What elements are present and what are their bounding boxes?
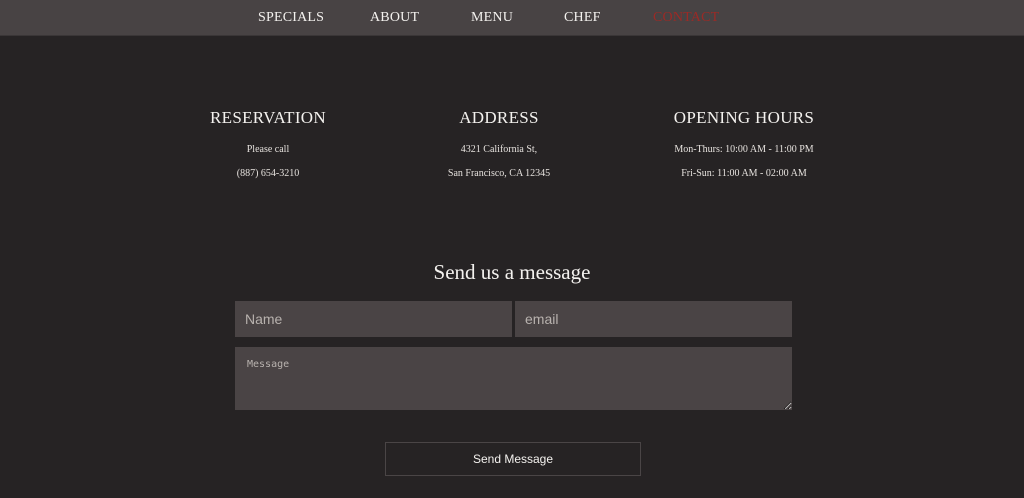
- reservation-heading: RESERVATION: [210, 108, 326, 127]
- nav-link-menu[interactable]: MENU: [471, 0, 513, 36]
- message-textarea[interactable]: [235, 347, 792, 410]
- email-input[interactable]: [515, 301, 792, 337]
- name-input[interactable]: [235, 301, 512, 337]
- message-form-title: Send us a message: [433, 260, 591, 284]
- top-navigation: SPECIALS ABOUT MENU CHEF CONTACT: [0, 0, 1024, 36]
- reservation-phone: (887) 654-3210: [236, 168, 300, 179]
- hours-weekend: Fri-Sun: 11:00 AM - 02:00 AM: [681, 168, 807, 179]
- hours-weekday: Mon-Thurs: 10:00 AM - 11:00 PM: [674, 144, 814, 155]
- nav-link-about[interactable]: ABOUT: [370, 0, 419, 36]
- address-column: ADDRESS 4321 California St, San Francisc…: [389, 108, 609, 192]
- reservation-column: RESERVATION Please call (887) 654-3210: [158, 108, 378, 192]
- address-line-1: 4321 California St,: [460, 144, 538, 155]
- address-line-2: San Francisco, CA 12345: [447, 168, 551, 179]
- hours-column: OPENING HOURS Mon-Thurs: 10:00 AM - 11:0…: [634, 108, 854, 192]
- reservation-line-1: Please call: [246, 144, 290, 155]
- address-heading: ADDRESS: [459, 108, 539, 127]
- nav-link-contact[interactable]: CONTACT: [653, 0, 719, 36]
- hours-heading: OPENING HOURS: [673, 108, 815, 127]
- send-message-button[interactable]: Send Message: [385, 442, 641, 476]
- nav-link-chef[interactable]: CHEF: [564, 0, 601, 36]
- nav-link-specials[interactable]: SPECIALS: [258, 0, 324, 36]
